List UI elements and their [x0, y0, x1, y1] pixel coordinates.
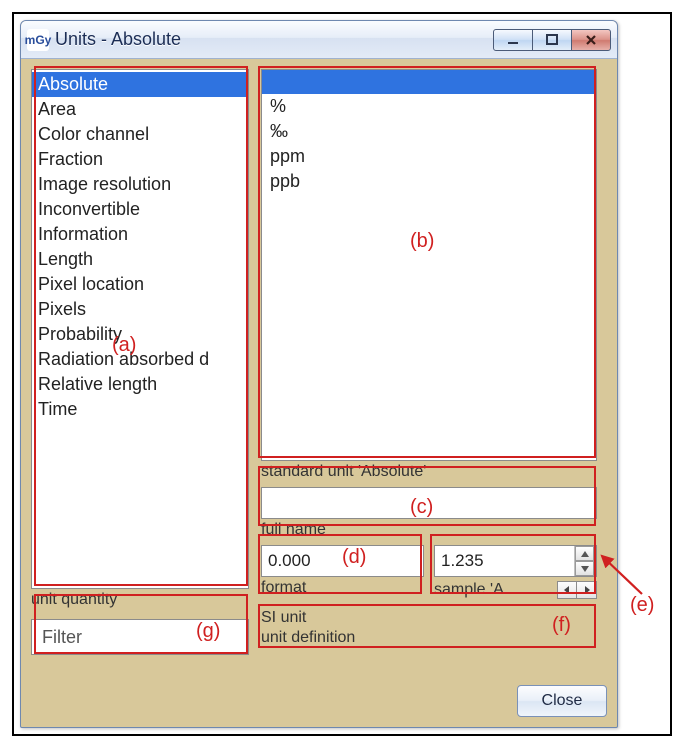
- window-title: Units - Absolute: [55, 29, 488, 50]
- unit-item[interactable]: ‰: [262, 119, 596, 144]
- format-label: format: [261, 579, 424, 597]
- units-window: mGy Units - Absolute AbsoluteAreaColor c…: [20, 20, 618, 728]
- unit-quantity-item[interactable]: Time: [32, 397, 248, 422]
- sample-spinner[interactable]: [434, 545, 597, 577]
- close-button[interactable]: Close: [517, 685, 607, 717]
- minimize-icon[interactable]: [493, 29, 533, 51]
- sample-input[interactable]: [435, 551, 574, 571]
- unit-item[interactable]: ppm: [262, 144, 596, 169]
- full-name-label: full name: [261, 521, 597, 539]
- format-input[interactable]: [261, 545, 424, 577]
- app-icon: mGy: [27, 29, 49, 51]
- close-icon[interactable]: [571, 29, 611, 51]
- unit-item[interactable]: ppb: [262, 169, 596, 194]
- unit-quantity-item[interactable]: Color channel: [32, 122, 248, 147]
- sample-label: sample 'A: [434, 581, 551, 599]
- unit-quantity-item[interactable]: Image resolution: [32, 172, 248, 197]
- unit-quantity-label: unit quantity: [31, 591, 249, 609]
- full-name-input[interactable]: [261, 487, 597, 519]
- unit-quantity-item[interactable]: Relative length: [32, 372, 248, 397]
- filter-input[interactable]: [40, 626, 240, 649]
- sample-next-icon[interactable]: [577, 581, 597, 599]
- maximize-icon[interactable]: [532, 29, 572, 51]
- unit-quantity-item[interactable]: Pixel location: [32, 272, 248, 297]
- unit-item[interactable]: %: [262, 94, 596, 119]
- unit-quantity-item[interactable]: Probability: [32, 322, 248, 347]
- unit-quantity-item[interactable]: Information: [32, 222, 248, 247]
- unit-quantity-item[interactable]: Absolute: [32, 72, 248, 97]
- unit-quantity-item[interactable]: Fraction: [32, 147, 248, 172]
- titlebar: mGy Units - Absolute: [21, 21, 617, 59]
- annotation-e: (e): [630, 594, 654, 617]
- unit-quantity-list[interactable]: AbsoluteAreaColor channelFractionImage r…: [31, 69, 249, 589]
- unit-quantity-item[interactable]: Area: [32, 97, 248, 122]
- unit-quantity-item[interactable]: Radiation absorbed d: [32, 347, 248, 372]
- sample-down-icon[interactable]: [575, 561, 594, 576]
- sample-prev-icon[interactable]: [557, 581, 577, 599]
- sample-up-icon[interactable]: [575, 546, 594, 561]
- window-controls: [494, 29, 611, 51]
- unit-quantity-item[interactable]: Pixels: [32, 297, 248, 322]
- unit-item[interactable]: [262, 70, 596, 94]
- unit-items-list[interactable]: %‰ppmppb: [261, 69, 597, 461]
- unit-quantity-item[interactable]: Length: [32, 247, 248, 272]
- unit-quantity-item[interactable]: Inconvertible: [32, 197, 248, 222]
- filter-input-wrap[interactable]: [31, 619, 249, 655]
- standard-unit-label: standard unit 'Absolute': [261, 463, 597, 481]
- unit-definition-label: unit definition: [261, 629, 597, 647]
- si-unit-label: SI unit: [261, 609, 306, 627]
